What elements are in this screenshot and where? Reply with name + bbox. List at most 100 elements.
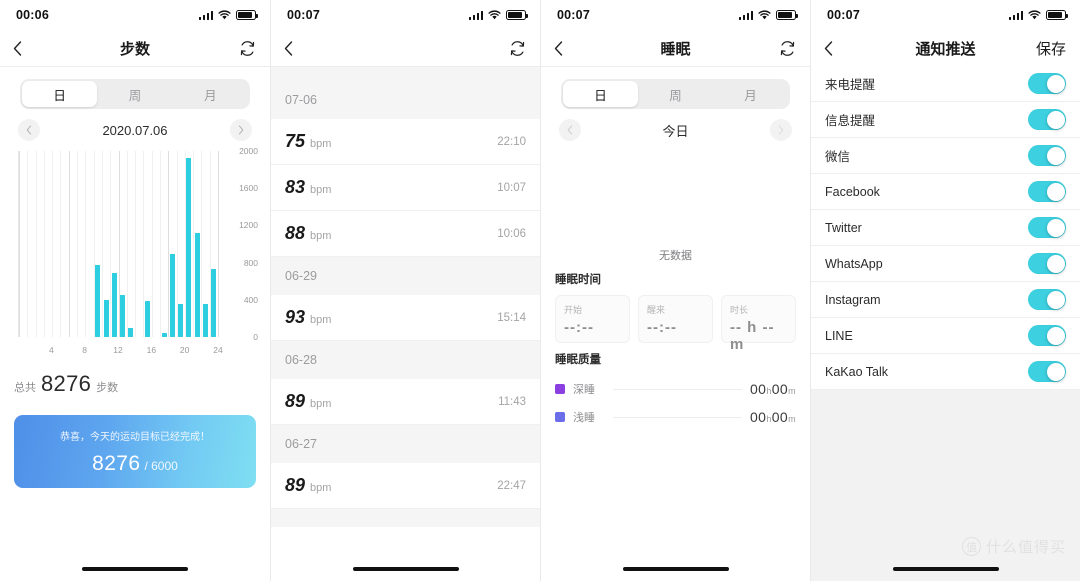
save-button[interactable]: 保存 (1036, 38, 1066, 59)
chart-gridline (43, 151, 45, 337)
chart-gridline (101, 151, 103, 337)
status-bar: 00:07 (541, 0, 810, 30)
list-top-partial (271, 67, 540, 81)
segmented-control-sleep[interactable]: 日 周 月 (561, 79, 790, 109)
current-date-label: 今日 (662, 123, 689, 139)
heart-rate-reading: 83 bpm (285, 177, 331, 198)
chart-gridline (218, 151, 219, 337)
refresh-button[interactable] (239, 40, 256, 57)
date-prev-button[interactable] (559, 119, 581, 141)
sleep-quality-swatch (555, 384, 565, 394)
toggle-knob (1046, 218, 1065, 237)
heart-rate-row[interactable]: 93 bpm 15:14 (271, 295, 540, 341)
chart-gridline (27, 151, 29, 337)
heart-rate-list[interactable]: 07-06 75 bpm 22:10 83 bpm 10:07 88 bpm 10:06 06-29… (271, 67, 540, 527)
heart-rate-reading: 89 bpm (285, 391, 331, 412)
notification-row[interactable]: Instagram (811, 282, 1080, 318)
heart-rate-unit: bpm (310, 184, 332, 196)
heart-rate-row[interactable]: 89 bpm 11:43 (271, 379, 540, 425)
tab-week[interactable]: 周 (638, 81, 713, 107)
notification-label: Twitter (825, 220, 862, 235)
date-prev-button[interactable] (18, 119, 40, 141)
notification-row[interactable]: LINE (811, 318, 1080, 354)
chart-bar (161, 333, 167, 337)
notification-toggle[interactable] (1028, 109, 1066, 130)
heart-rate-row[interactable]: 75 bpm 22:10 (271, 119, 540, 165)
tab-day[interactable]: 日 (22, 81, 98, 107)
notification-toggle[interactable] (1028, 253, 1066, 274)
notification-row[interactable]: 来电提醒 (811, 66, 1080, 102)
chart-bar (95, 265, 101, 337)
chart-x-tick: 20 (179, 345, 190, 355)
heart-rate-date-header: 06-27 (271, 425, 540, 463)
chart-bar (103, 299, 109, 337)
heart-rate-row[interactable]: 88 bpm 10:06 (271, 211, 540, 257)
notification-row[interactable]: Facebook (811, 174, 1080, 210)
back-button[interactable] (284, 36, 306, 60)
tab-month[interactable]: 月 (713, 81, 788, 107)
heart-rate-row[interactable]: 83 bpm 10:07 (271, 165, 540, 211)
date-next-button[interactable] (769, 119, 792, 141)
home-indicator (892, 567, 999, 571)
back-button[interactable] (554, 36, 576, 60)
chart-x-tick: 8 (82, 345, 88, 355)
status-time: 00:07 (827, 8, 860, 22)
notification-list[interactable]: 来电提醒 信息提醒 微信 Facebook Twitter WhatsApp Instagr… (811, 66, 1080, 390)
heart-rate-value: 93 (285, 307, 306, 327)
list-bottom-partial (271, 509, 540, 527)
notification-toggle[interactable] (1028, 217, 1066, 238)
tab-month[interactable]: 月 (173, 81, 248, 107)
sleep-quality-value: 00h00m (749, 381, 796, 397)
notification-toggle[interactable] (1028, 181, 1066, 202)
wifi-icon (758, 10, 771, 20)
chart-gridline (159, 151, 161, 337)
chart-gridline (193, 151, 195, 337)
total-value: 8276 (41, 371, 92, 396)
notification-row[interactable]: 微信 (811, 138, 1080, 174)
notification-toggle[interactable] (1028, 289, 1066, 310)
sleep-quality-row: 深睡 00h00m (555, 375, 796, 403)
chart-y-tick: 1200 (239, 220, 258, 231)
heart-rate-row[interactable]: 89 bpm 22:47 (271, 463, 540, 509)
refresh-button[interactable] (779, 40, 796, 57)
signal-icon (468, 10, 483, 20)
notification-label: KaKao Talk (825, 364, 889, 379)
sleep-card-value: -- h -- m (730, 319, 775, 353)
toggle-knob (1046, 74, 1065, 93)
back-button[interactable] (13, 36, 35, 60)
notification-label: Instagram (825, 292, 881, 307)
segmented-control-wrap: 日 周 月 (0, 67, 270, 109)
chart-y-tick: 0 (253, 332, 258, 342)
tab-week[interactable]: 周 (97, 81, 172, 107)
chart-y-axis: 0 400 800 1200 1600 2000 (220, 146, 260, 342)
notification-row[interactable]: KaKao Talk (811, 354, 1080, 390)
refresh-button[interactable] (509, 40, 526, 57)
segmented-control-steps[interactable]: 日 周 月 (20, 79, 250, 109)
notification-toggle[interactable] (1028, 73, 1066, 94)
tab-day[interactable]: 日 (563, 81, 638, 107)
notification-row[interactable]: WhatsApp (811, 246, 1080, 282)
chart-y-tick: 1600 (239, 183, 258, 194)
notification-toggle[interactable] (1028, 361, 1066, 382)
back-button[interactable] (824, 36, 846, 60)
heart-rate-unit: bpm (310, 482, 332, 494)
wifi-icon (488, 10, 501, 20)
date-next-button[interactable] (229, 119, 252, 141)
notification-row[interactable]: 信息提醒 (811, 102, 1080, 138)
notification-row[interactable]: Twitter (811, 210, 1080, 246)
chart-gridline (68, 151, 70, 337)
notification-toggle[interactable] (1028, 145, 1066, 166)
panel-sleep: 00:07 睡眠 日 周 月 今日 无数据 睡眠时间 开始 --:-- 醒来 -… (540, 0, 810, 581)
goal-banner[interactable]: 恭喜，今天的运动目标已经完成！ 8276 / 6000 (14, 415, 256, 488)
chart-bar (111, 272, 117, 337)
total-suffix: 步数 (96, 382, 119, 394)
nav-bar-notifications: 通知推送 保存 (811, 30, 1080, 66)
chart-gridline (151, 151, 153, 337)
notification-toggle[interactable] (1028, 325, 1066, 346)
toggle-knob (1046, 326, 1065, 345)
sleep-card-value: --:-- (564, 319, 594, 336)
status-bar: 00:07 (271, 0, 540, 30)
segmented-control-wrap: 日 周 月 (541, 67, 810, 109)
sleep-time-cards: 开始 --:-- 醒来 --:-- 时长 -- h -- m (555, 295, 796, 353)
status-time: 00:07 (287, 8, 320, 22)
